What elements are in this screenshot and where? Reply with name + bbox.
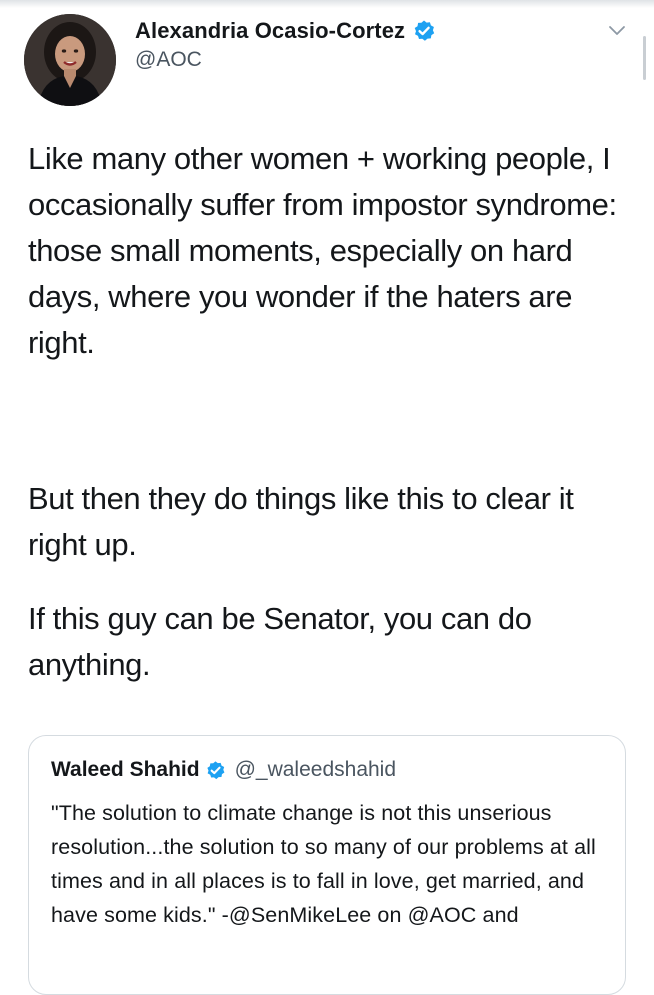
avatar-photo [24, 14, 116, 106]
verified-badge-icon [412, 19, 436, 43]
quoted-author-handle: @_waleedshahid [234, 758, 397, 781]
quoted-tweet-header: Waleed Shahid @_waleedshahid [51, 756, 396, 784]
author-name-row: Alexandria Ocasio-Cortez [135, 16, 436, 46]
tweet-paragraph: But then they do things like this to cle… [28, 481, 574, 562]
quoted-author-name: Waleed Shahid [51, 758, 200, 781]
scrollbar[interactable] [643, 36, 646, 80]
quoted-tweet-card[interactable]: Waleed Shahid @_waleedshahid "The soluti… [28, 735, 626, 995]
verified-badge-icon [205, 760, 226, 781]
quoted-tweet-text: "The solution to climate change is not t… [51, 801, 596, 927]
chevron-down-icon[interactable] [606, 20, 628, 42]
avatar[interactable] [24, 14, 116, 106]
tweet-paragraph: Like many other women + working people, … [28, 141, 617, 360]
tweet-paragraph: If this guy can be Senator, you can do a… [28, 601, 532, 682]
author-display-name[interactable]: Alexandria Ocasio-Cortez [135, 18, 405, 44]
author-handle[interactable]: @AOC [135, 48, 202, 72]
top-edge-shadow [0, 0, 654, 8]
